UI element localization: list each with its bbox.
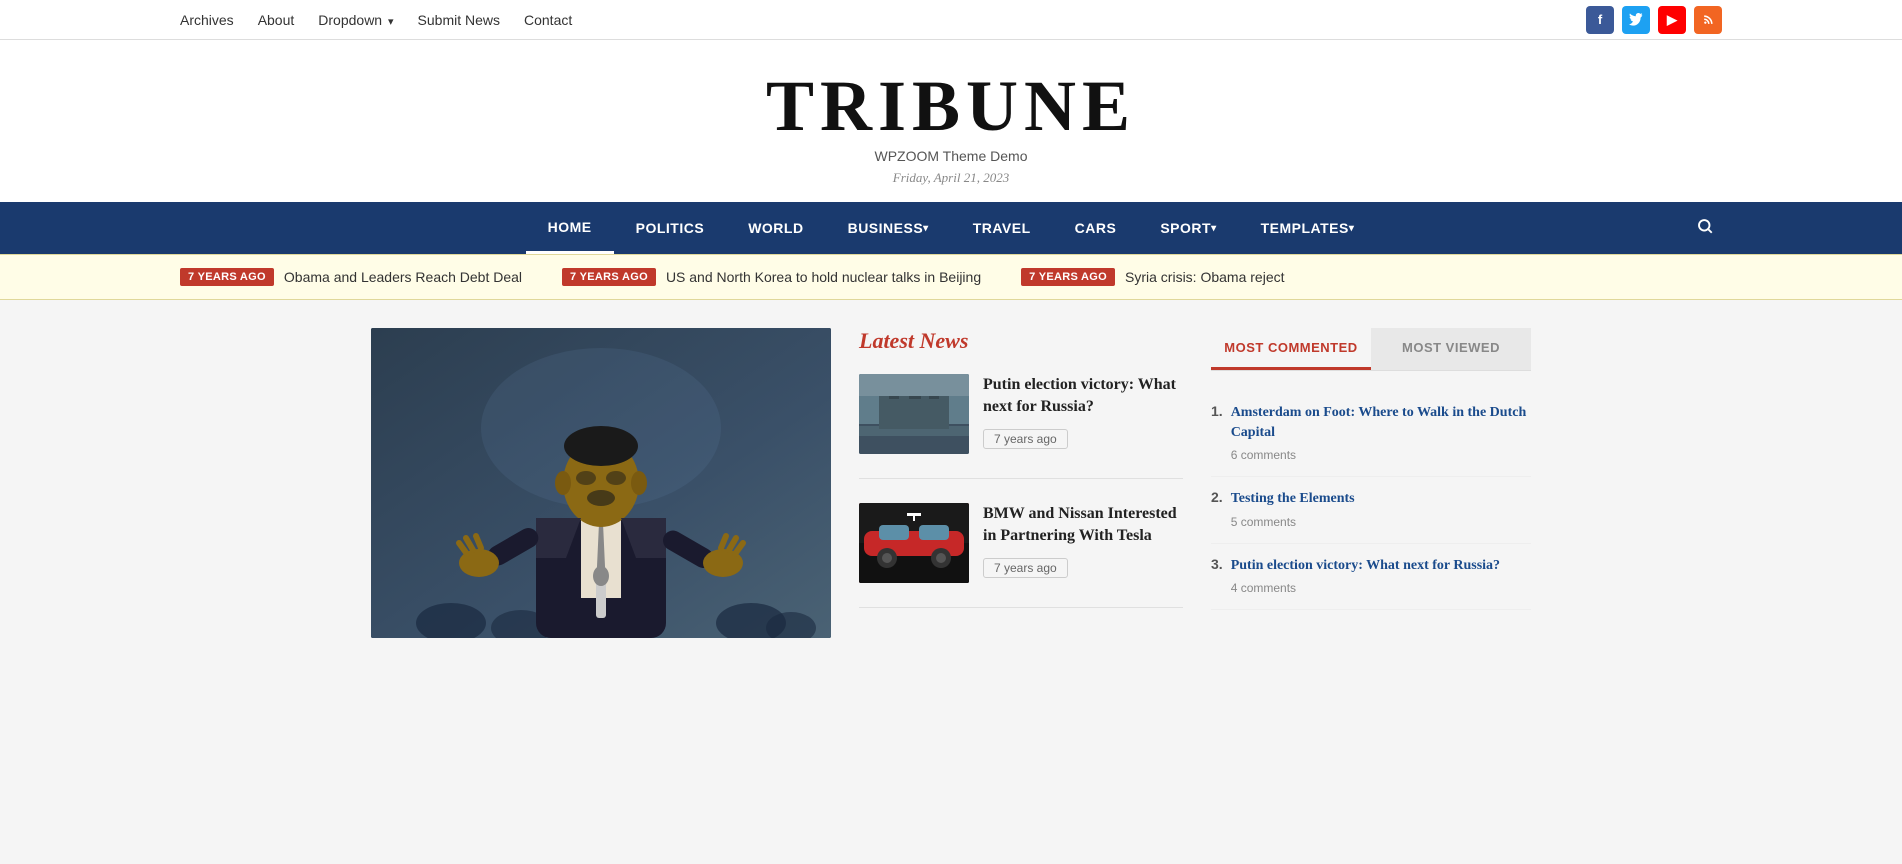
sidebar: MOST COMMENTED MOST VIEWED 1. Amsterdam …: [1211, 328, 1531, 638]
nav-world[interactable]: WORLD: [726, 202, 825, 254]
ticker-badge-2: 7 YEARS AGO: [562, 268, 656, 286]
top-navigation: Archives About Dropdown ▾ Submit News Co…: [0, 0, 1902, 40]
ticker-badge-3: 7 YEARS AGO: [1021, 268, 1115, 286]
site-header: TRIBUNE WPZOOM Theme Demo Friday, April …: [0, 40, 1902, 202]
ticker-text-2[interactable]: US and North Korea to hold nuclear talks…: [666, 269, 981, 285]
nav-sport[interactable]: SPORT ▾: [1138, 202, 1238, 254]
facebook-icon[interactable]: f: [1586, 6, 1614, 34]
sidebar-tabs: MOST COMMENTED MOST VIEWED: [1211, 328, 1531, 371]
ticker-item-1: 7 YEARS AGO Obama and Leaders Reach Debt…: [180, 268, 522, 286]
list-comments-1: 6 comments: [1231, 448, 1296, 462]
news-thumb-1: [859, 374, 969, 454]
nav-about[interactable]: About: [258, 12, 295, 28]
news-meta-2: 7 years ago: [983, 558, 1068, 578]
list-item-1: 1. Amsterdam on Foot: Where to Walk in t…: [1211, 391, 1531, 477]
news-content-1: Putin election victory: What next for Ru…: [983, 374, 1183, 454]
list-link-2[interactable]: Testing the Elements: [1231, 489, 1531, 509]
featured-image: [371, 328, 831, 638]
tesla-thumbnail: [859, 503, 969, 583]
news-content-2: BMW and Nissan Interested in Partnering …: [983, 503, 1183, 583]
news-headline-1[interactable]: Putin election victory: What next for Ru…: [983, 374, 1183, 419]
ticker-item-3: 7 YEARS AGO Syria crisis: Obama reject: [1021, 268, 1284, 286]
rss-icon[interactable]: [1694, 6, 1722, 34]
ticker-badge-1: 7 YEARS AGO: [180, 268, 274, 286]
social-icons-group: f ▶: [1586, 6, 1722, 34]
nav-travel[interactable]: TRAVEL: [951, 202, 1053, 254]
site-title: TRIBUNE: [0, 70, 1902, 142]
tab-most-viewed[interactable]: MOST VIEWED: [1371, 328, 1531, 370]
business-dropdown-icon: ▾: [923, 223, 929, 234]
nav-submit-news[interactable]: Submit News: [418, 12, 500, 28]
list-comments-2: 5 comments: [1231, 515, 1296, 529]
list-content-3: Putin election victory: What next for Ru…: [1231, 556, 1531, 598]
list-item-2: 2. Testing the Elements 5 comments: [1211, 477, 1531, 544]
list-link-1[interactable]: Amsterdam on Foot: Where to Walk in the …: [1231, 403, 1531, 442]
news-headline-2[interactable]: BMW and Nissan Interested in Partnering …: [983, 503, 1183, 548]
featured-image-placeholder: [371, 328, 831, 638]
latest-news-section: Latest News: [859, 328, 1183, 638]
ticker-text-1[interactable]: Obama and Leaders Reach Debt Deal: [284, 269, 522, 285]
tab-most-commented[interactable]: MOST COMMENTED: [1211, 328, 1371, 370]
nav-politics[interactable]: POLITICS: [614, 202, 727, 254]
twitter-icon[interactable]: [1622, 6, 1650, 34]
list-content-2: Testing the Elements 5 comments: [1231, 489, 1531, 531]
list-link-3[interactable]: Putin election victory: What next for Ru…: [1231, 556, 1531, 576]
sport-dropdown-icon: ▾: [1211, 223, 1217, 234]
list-num-1: 1.: [1211, 403, 1223, 464]
content-area: Latest News: [351, 328, 1551, 638]
most-commented-list: 1. Amsterdam on Foot: Where to Walk in t…: [1211, 391, 1531, 610]
templates-dropdown-icon: ▾: [1349, 223, 1355, 234]
news-meta-1: 7 years ago: [983, 429, 1068, 449]
search-icon[interactable]: [1688, 209, 1722, 248]
dropdown-arrow-icon: ▾: [388, 16, 394, 28]
top-nav-links: Archives About Dropdown ▾ Submit News Co…: [180, 12, 572, 28]
nav-business[interactable]: BUSINESS ▾: [826, 202, 951, 254]
news-item-2: BMW and Nissan Interested in Partnering …: [859, 503, 1183, 608]
youtube-icon[interactable]: ▶: [1658, 6, 1686, 34]
site-subtitle: WPZOOM Theme Demo: [0, 148, 1902, 164]
site-date: Friday, April 21, 2023: [0, 170, 1902, 186]
list-num-2: 2.: [1211, 489, 1223, 531]
nav-dropdown[interactable]: Dropdown ▾: [318, 12, 393, 28]
list-content-1: Amsterdam on Foot: Where to Walk in the …: [1231, 403, 1531, 464]
list-item-3: 3. Putin election victory: What next for…: [1211, 544, 1531, 611]
list-num-3: 3.: [1211, 556, 1223, 598]
latest-news-title: Latest News: [859, 328, 1183, 354]
nav-archives[interactable]: Archives: [180, 12, 234, 28]
nav-cars[interactable]: CARS: [1053, 202, 1139, 254]
news-thumb-2: [859, 503, 969, 583]
news-item-1: Putin election victory: What next for Ru…: [859, 374, 1183, 479]
ticker-text-3[interactable]: Syria crisis: Obama reject: [1125, 269, 1284, 285]
main-navigation: HOME POLITICS WORLD BUSINESS ▾ TRAVEL CA…: [0, 202, 1902, 254]
nav-contact[interactable]: Contact: [524, 12, 572, 28]
main-nav-links: HOME POLITICS WORLD BUSINESS ▾ TRAVEL CA…: [526, 202, 1377, 254]
kremlin-thumbnail: [859, 374, 969, 454]
nav-home[interactable]: HOME: [526, 202, 614, 254]
nav-templates[interactable]: TEMPLATES ▾: [1239, 202, 1377, 254]
ticker-item-2: 7 YEARS AGO US and North Korea to hold n…: [562, 268, 981, 286]
list-comments-3: 4 comments: [1231, 581, 1296, 595]
news-ticker: 7 YEARS AGO Obama and Leaders Reach Debt…: [0, 254, 1902, 300]
